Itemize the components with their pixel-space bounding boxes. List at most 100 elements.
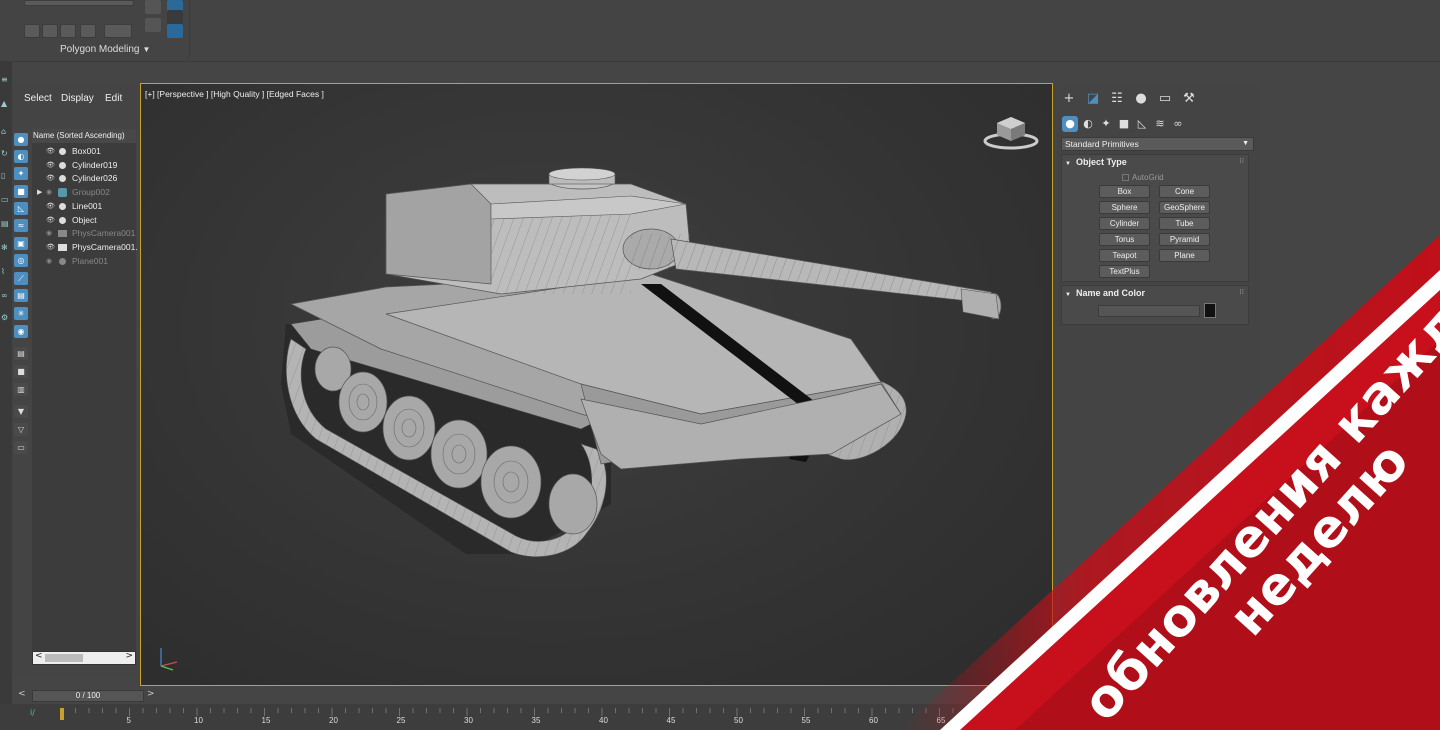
lights-category-icon[interactable]: ✦ bbox=[1098, 116, 1114, 132]
primitive-button-torus[interactable]: Torus bbox=[1099, 233, 1150, 246]
viewcube-icon[interactable] bbox=[983, 111, 1043, 151]
filter-funnel-icon[interactable]: ▼ bbox=[14, 405, 28, 418]
visibility-eye-icon[interactable]: ◉ bbox=[46, 227, 52, 240]
ribbon-tool-button[interactable] bbox=[80, 24, 96, 38]
motion-tab-icon[interactable]: ● bbox=[1132, 90, 1150, 108]
scrollbar-thumb[interactable] bbox=[45, 654, 83, 662]
snap-icon[interactable]: ⌂ bbox=[1, 128, 10, 136]
primitive-button-teapot[interactable]: Teapot bbox=[1099, 249, 1150, 262]
visibility-eye-icon[interactable]: 👁 bbox=[46, 172, 55, 185]
primitive-button-cone[interactable]: Cone bbox=[1159, 185, 1210, 198]
display-all-icon[interactable]: ▤ bbox=[14, 347, 28, 360]
name-and-color-title[interactable]: ▼ Name and Color bbox=[1065, 288, 1145, 298]
pointer-icon[interactable]: ▲ bbox=[1, 100, 10, 108]
rotate-icon[interactable]: ↻ bbox=[1, 150, 10, 158]
list-item[interactable]: ◉ Plane001 bbox=[32, 255, 136, 268]
menu-edit[interactable]: Edit bbox=[105, 93, 122, 104]
rollout-grip-icon[interactable]: ⁞⁞ bbox=[1240, 288, 1244, 296]
visibility-eye-icon[interactable]: 👁 bbox=[46, 200, 55, 213]
ribbon-tool-button[interactable] bbox=[42, 24, 58, 38]
ribbon-tool-strip[interactable] bbox=[24, 0, 134, 6]
display-tab-icon[interactable]: ▭ bbox=[1156, 90, 1174, 108]
systems-category-icon[interactable]: ∞ bbox=[1170, 116, 1186, 132]
list-item[interactable]: 👁 Cylinder019 bbox=[32, 159, 136, 172]
primitive-button-cylinder[interactable]: Cylinder bbox=[1099, 217, 1150, 230]
ribbon-tool-button[interactable] bbox=[104, 24, 132, 38]
current-frame-marker[interactable] bbox=[60, 708, 64, 720]
filter-shapes-icon[interactable]: ◐ bbox=[14, 150, 28, 163]
ribbon-tool-button[interactable] bbox=[145, 0, 161, 14]
panel-icon[interactable]: ▤ bbox=[1, 220, 10, 228]
expand-arrow-icon[interactable]: ▶ bbox=[37, 186, 42, 199]
filter-bones-icon[interactable]: ⟋ bbox=[14, 272, 28, 285]
curve-editor-icon[interactable]: i∕ bbox=[30, 708, 35, 717]
shapes-category-icon[interactable]: ◐ bbox=[1080, 116, 1096, 132]
frame-icon[interactable]: ▭ bbox=[1, 196, 10, 204]
ribbon-tool-button[interactable] bbox=[24, 24, 40, 38]
visibility-eye-icon[interactable]: 👁 bbox=[46, 145, 55, 158]
visibility-eye-icon[interactable]: 👁 bbox=[46, 159, 55, 172]
object-color-swatch[interactable] bbox=[1204, 303, 1216, 318]
link-icon[interactable]: ∞ bbox=[1, 292, 10, 300]
ribbon-tool-button[interactable] bbox=[60, 24, 76, 38]
time-slider[interactable]: < 0 / 100 > bbox=[18, 689, 155, 702]
list-icon[interactable]: ≡ bbox=[1, 76, 10, 84]
horizontal-scrollbar[interactable]: < > bbox=[32, 651, 136, 665]
object-type-title[interactable]: ▼ Object Type bbox=[1065, 157, 1127, 167]
cameras-category-icon[interactable]: ■ bbox=[1116, 116, 1132, 132]
primitive-button-sphere[interactable]: Sphere bbox=[1099, 201, 1150, 214]
object-name-field[interactable] bbox=[1098, 305, 1200, 317]
filter-helpers-icon[interactable]: ◺ bbox=[14, 202, 28, 215]
list-item[interactable]: ◉ PhysCamera001 bbox=[32, 227, 136, 240]
light-icon[interactable]: ✻ bbox=[1, 244, 10, 252]
path-icon[interactable]: ⌇ bbox=[1, 268, 10, 276]
perspective-viewport[interactable]: [+] [Perspective ] [High Quality ] [Edge… bbox=[140, 83, 1053, 686]
utilities-tab-icon[interactable]: ⚒ bbox=[1180, 90, 1198, 108]
filter-lights-icon[interactable]: ✦ bbox=[14, 167, 28, 180]
chevron-left-icon[interactable]: < bbox=[35, 651, 43, 661]
invert-display-icon[interactable]: ▥ bbox=[14, 383, 28, 396]
gear-icon[interactable]: ⚙ bbox=[1, 314, 10, 322]
funnel-icon[interactable]: ▽ bbox=[14, 423, 28, 436]
filter-groups-icon[interactable]: ▣ bbox=[14, 237, 28, 250]
primitive-type-dropdown[interactable]: Standard Primitives ▼ bbox=[1061, 137, 1254, 151]
list-item[interactable]: 👁 PhysCamera001. bbox=[32, 241, 138, 254]
list-header[interactable]: Name (Sorted Ascending) bbox=[32, 129, 136, 143]
display-none-icon[interactable]: ■ bbox=[14, 365, 28, 378]
list-item[interactable]: 👁 Line001 bbox=[32, 200, 136, 213]
primitive-button-geosphere[interactable]: GeoSphere bbox=[1159, 201, 1210, 214]
filter-frozen-icon[interactable]: ✳ bbox=[14, 307, 28, 320]
filter-containers-icon[interactable]: ▤ bbox=[14, 289, 28, 302]
filter-hidden-icon[interactable]: ◉ bbox=[14, 325, 28, 338]
primitive-button-box[interactable]: Box bbox=[1099, 185, 1150, 198]
list-item[interactable]: 👁 Cylinder026 bbox=[32, 172, 136, 185]
time-slider-thumb[interactable]: 0 / 100 bbox=[32, 690, 144, 702]
list-item[interactable]: 👁 Box001 bbox=[32, 145, 136, 158]
primitive-button-plane[interactable]: Plane bbox=[1159, 249, 1210, 262]
menu-select[interactable]: Select bbox=[24, 93, 52, 104]
visibility-eye-icon[interactable]: ◉ bbox=[46, 186, 52, 199]
rollout-grip-icon[interactable]: ⁞⁞ bbox=[1240, 157, 1244, 165]
autogrid-checkbox[interactable]: AutoGrid bbox=[1122, 173, 1164, 182]
layer-icon[interactable]: ▭ bbox=[14, 441, 28, 454]
filter-spacewarps-icon[interactable]: ≈ bbox=[14, 219, 28, 232]
ribbon-tool-button[interactable] bbox=[145, 18, 161, 32]
spacewarps-category-icon[interactable]: ≋ bbox=[1152, 116, 1168, 132]
chevron-right-icon[interactable]: > bbox=[125, 651, 133, 661]
filter-xrefs-icon[interactable]: ◎ bbox=[14, 254, 28, 267]
primitive-button-textplus[interactable]: TextPlus bbox=[1099, 265, 1150, 278]
modify-tab-icon[interactable]: ◪ bbox=[1084, 90, 1102, 108]
geometry-category-icon[interactable]: ● bbox=[1062, 116, 1078, 132]
visibility-eye-icon[interactable]: 👁 bbox=[46, 241, 55, 254]
helpers-category-icon[interactable]: ◺ bbox=[1134, 116, 1150, 132]
page-icon[interactable]: ▯ bbox=[1, 172, 10, 180]
list-item[interactable]: ▶ ◉ Group002 bbox=[32, 186, 136, 199]
filter-cameras-icon[interactable]: ■ bbox=[14, 185, 28, 198]
menu-display[interactable]: Display bbox=[61, 93, 94, 104]
create-tab-icon[interactable]: + bbox=[1060, 90, 1078, 108]
next-frame-icon[interactable]: > bbox=[147, 689, 155, 699]
filter-geometry-icon[interactable]: ● bbox=[14, 133, 28, 146]
visibility-eye-icon[interactable]: ◉ bbox=[46, 255, 52, 268]
ribbon-tool-button[interactable] bbox=[167, 24, 183, 38]
primitive-button-tube[interactable]: Tube bbox=[1159, 217, 1210, 230]
